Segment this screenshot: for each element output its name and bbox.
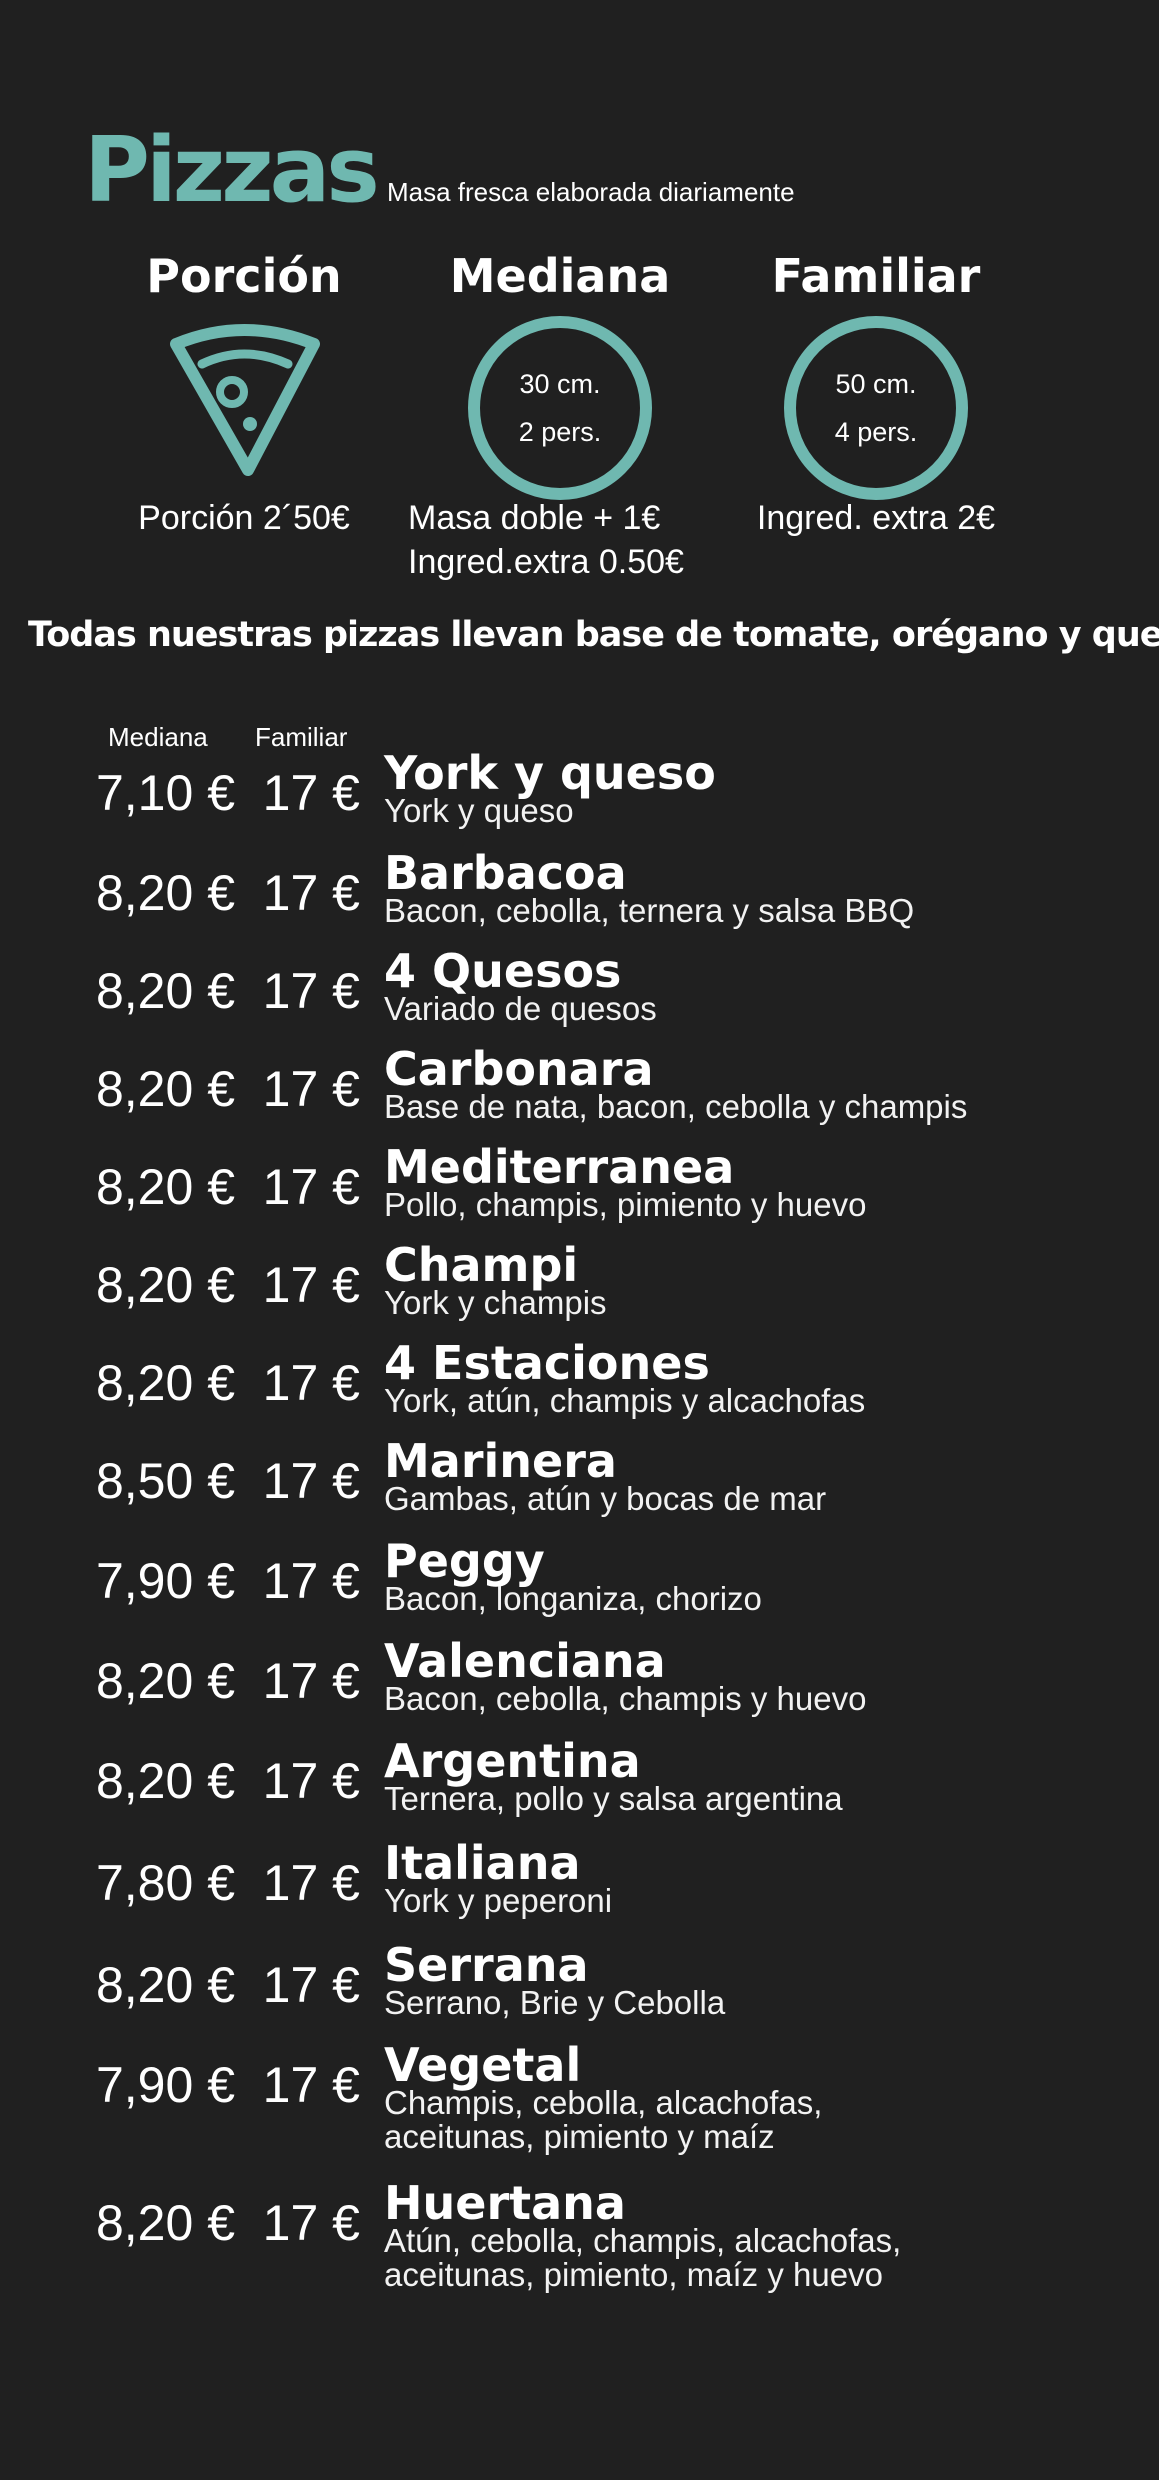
pizza-slice-icon (124, 316, 364, 496)
price-mediana: 8,20 € (95, 963, 235, 1019)
menu-header: Pizzas Masa fresca elaborada diariamente (84, 118, 795, 223)
size-name: Familiar (771, 249, 981, 303)
item-description: Pollo, champis, pimiento y huevo (384, 1186, 867, 1223)
size-name: Porción (146, 249, 342, 303)
price-mediana: 8,50 € (95, 1453, 235, 1509)
size-note: Masa doble + 1€ (408, 499, 661, 537)
price-familiar: 17 € (262, 963, 360, 1019)
price-mediana: 7,80 € (95, 1855, 235, 1911)
size-note: Ingred.extra 0.50€ (408, 543, 684, 581)
price-familiar: 17 € (262, 765, 360, 821)
price-mediana: 8,20 € (95, 1653, 235, 1709)
item-name: Italiana (384, 1836, 581, 1890)
size-name: Mediana (449, 249, 671, 303)
price-mediana: 8,20 € (95, 865, 235, 921)
item-name: 4 Estaciones (384, 1336, 710, 1390)
item-name: Valenciana (384, 1634, 666, 1688)
item-description: Champis, cebolla, alcachofas, aceitunas,… (384, 2084, 823, 2155)
price-familiar: 17 € (262, 1453, 360, 1509)
size-familiar: Familiar 50 cm. 4 pers. Ingred. extra 2€ (756, 246, 996, 540)
size-note: Ingred. extra 2€ (756, 499, 996, 537)
item-name: Vegetal (384, 2038, 582, 2092)
size-note: Porción 2´50€ (138, 499, 350, 537)
page-subtitle: Masa fresca elaborada diariamente (386, 177, 795, 207)
item-name: Peggy (384, 1534, 545, 1588)
size-porcion: Porción Porción 2´50€ (124, 246, 364, 540)
price-familiar: 17 € (262, 1855, 360, 1911)
item-description: Gambas, atún y bocas de mar (384, 1480, 827, 1517)
size-people: 2 pers. (518, 417, 602, 447)
item-description: Serrano, Brie y Cebolla (384, 1984, 726, 2021)
page-title: Pizzas (84, 118, 380, 223)
item-name: Serrana (384, 1938, 589, 1992)
item-description: Atún, cebolla, champis, alcachofas, acei… (384, 2222, 902, 2293)
price-familiar: 17 € (262, 1061, 360, 1117)
item-name: Carbonara (384, 1042, 654, 1096)
size-people: 4 pers. (834, 417, 918, 447)
item-name: Huertana (384, 2176, 626, 2230)
item-name: Argentina (384, 1734, 641, 1788)
price-mediana: 8,20 € (95, 1159, 235, 1215)
item-description: York, atún, champis y alcachofas (384, 1382, 866, 1419)
price-mediana: 8,20 € (95, 2195, 235, 2251)
item-description: Base de nata, bacon, cebolla y champis (384, 1088, 968, 1125)
price-mediana: 8,20 € (95, 1957, 235, 2013)
size-diameter: 50 cm. (835, 369, 917, 399)
base-note: Todas nuestras pizzas llevan base de tom… (28, 615, 1159, 655)
item-description: Ternera, pollo y salsa argentina (384, 1780, 843, 1817)
price-familiar: 17 € (262, 1957, 360, 2013)
price-mediana: 8,20 € (95, 1061, 235, 1117)
price-mediana: 8,20 € (95, 1355, 235, 1411)
price-familiar: 17 € (262, 1159, 360, 1215)
price-familiar: 17 € (262, 2195, 360, 2251)
price-familiar: 17 € (262, 1653, 360, 1709)
item-name: 4 Quesos (384, 944, 622, 998)
item-description: Bacon, cebolla, ternera y salsa BBQ (384, 892, 915, 929)
size-diameter: 30 cm. (519, 369, 601, 399)
price-familiar: 17 € (262, 1753, 360, 1809)
price-familiar: 17 € (262, 2057, 360, 2113)
item-description: York y champis (384, 1284, 607, 1321)
item-description: York y peperoni (384, 1882, 613, 1919)
price-mediana: 8,20 € (95, 1257, 235, 1313)
item-name: Marinera (384, 1434, 617, 1488)
size-mediana: Mediana 30 cm. 2 pers. Masa doble + 1€ I… (408, 246, 684, 584)
item-name: Champi (384, 1238, 579, 1292)
price-mediana: 7,10 € (95, 765, 235, 821)
price-familiar: 17 € (262, 1355, 360, 1411)
price-familiar: 17 € (262, 1553, 360, 1609)
price-mediana: 7,90 € (95, 1553, 235, 1609)
item-description: Bacon, longaniza, chorizo (384, 1580, 762, 1617)
item-description: Bacon, cebolla, champis y huevo (384, 1680, 867, 1717)
size-circle: 30 cm. 2 pers. (468, 316, 652, 500)
item-name: Mediterranea (384, 1140, 735, 1194)
price-familiar: 17 € (262, 1257, 360, 1313)
price-mediana: 7,90 € (95, 2057, 235, 2113)
item-description: York y queso (384, 792, 574, 829)
item-name: Barbacoa (384, 846, 627, 900)
price-mediana: 8,20 € (95, 1753, 235, 1809)
item-name: York y queso (384, 746, 716, 800)
price-familiar: 17 € (262, 865, 360, 921)
size-circle: 50 cm. 4 pers. (784, 316, 968, 500)
item-description: Variado de quesos (384, 990, 657, 1027)
